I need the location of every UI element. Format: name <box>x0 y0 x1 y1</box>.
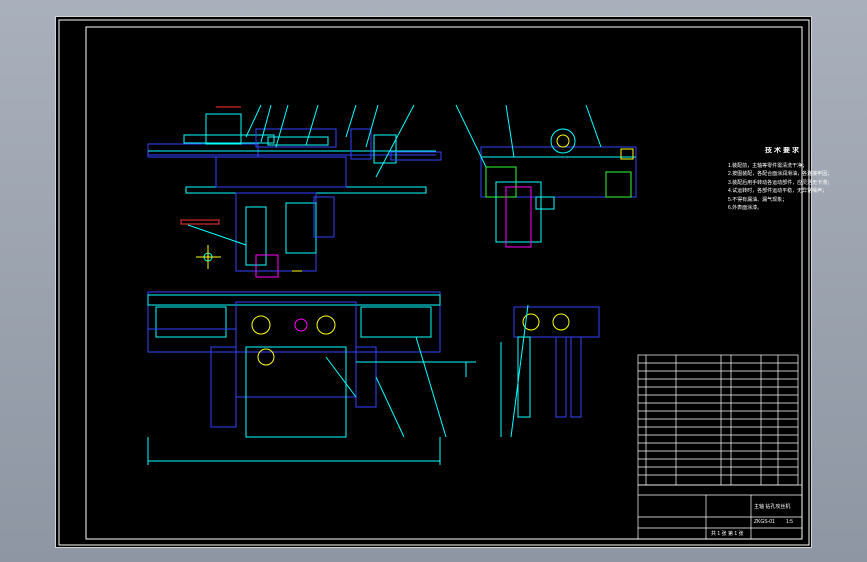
note-item: 3.装配后用手转动各运动部件，应灵活无卡滞； <box>728 179 833 186</box>
title-block-sheet: 共 1 张 第 1 张 <box>711 531 744 537</box>
outer-frame <box>58 19 810 546</box>
title-block-scale: 1:5 <box>786 519 793 525</box>
cad-viewport[interactable]: 技术要求 1.装配前，主轴等零件需清洗干净； 2.按图装配，各配合面涂润滑油，各… <box>55 16 832 548</box>
inner-frame <box>85 26 803 540</box>
technical-requirements: 技术要求 1.装配前，主轴等零件需清洗干净； 2.按图装配，各配合面涂润滑油，各… <box>728 147 838 213</box>
note-item: 4.试运转时，各部件运动平稳，无异常噪声； <box>728 188 828 194</box>
note-item: 1.装配前，主轴等零件需清洗干净； <box>728 162 808 169</box>
note-item: 5.不得有漏油、漏气现象； <box>728 196 788 203</box>
front-view-top <box>147 104 442 278</box>
note-item: 2.按图装配，各配合面涂润滑油，各连接牢固； <box>728 171 833 177</box>
title-block-product: 主轴 钻孔攻丝机 <box>754 504 791 510</box>
side-view-top <box>455 104 637 248</box>
plan-view-bottom <box>147 291 476 465</box>
title-block-code: ZKGS-01 <box>754 519 775 525</box>
parts-list <box>637 354 799 486</box>
note-item: 6.外表面涂漆。 <box>728 205 763 211</box>
detail-view-bottom <box>500 304 600 438</box>
drawing-sheet <box>58 19 810 546</box>
notes-title: 技术要求 <box>765 147 801 154</box>
